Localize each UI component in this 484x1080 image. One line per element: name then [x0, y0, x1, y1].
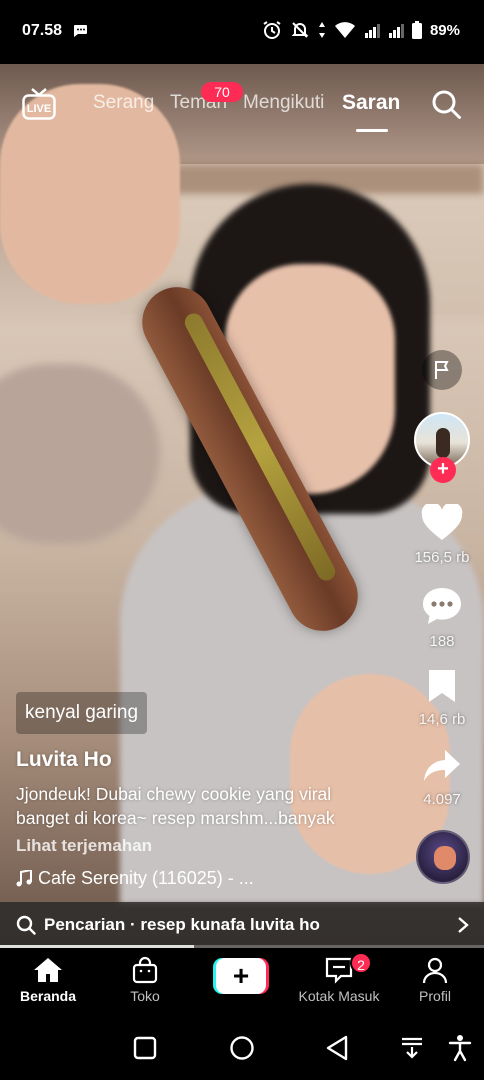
comment-icon [423, 588, 461, 624]
follow-button[interactable]: + [430, 457, 456, 483]
home-circle-icon[interactable] [229, 1035, 255, 1061]
search-icon[interactable] [430, 88, 462, 120]
tab-shop[interactable]: Toko [100, 956, 190, 1004]
message-notification-icon [74, 25, 87, 37]
create-button[interactable]: + [213, 958, 269, 994]
tab-profile[interactable]: Profil [390, 956, 480, 1004]
live-label: LIVE [27, 103, 51, 115]
signal-icon-2 [388, 24, 404, 38]
translate-link[interactable]: Lihat terjemahan [16, 836, 152, 856]
live-tv-icon: LIVE [22, 88, 56, 120]
search-suggestion-bar[interactable]: Pencarian · resep kunafa luvita ho [0, 902, 484, 948]
mute-bell-icon [291, 22, 309, 38]
tab-home-label: Beranda [19, 988, 77, 1004]
music-note-icon [16, 869, 32, 886]
tab-serang[interactable]: Serang [93, 92, 154, 114]
search-suggestion-text: Pencarian · resep kunafa luvita ho [44, 915, 320, 934]
author-name[interactable]: Luvita Ho [16, 748, 112, 772]
save-button[interactable]: 14,6 rb [400, 668, 484, 728]
video-arm [0, 364, 160, 544]
status-time: 07.58 [22, 22, 63, 39]
wifi-icon [334, 22, 355, 38]
status-bar: 07.58 89% [0, 0, 484, 64]
like-count: 156,5 rb [414, 549, 470, 566]
system-nav-bar [0, 1014, 484, 1080]
bookmark-icon [429, 670, 455, 702]
accessibility-icon[interactable] [448, 1034, 472, 1062]
tab-inbox-label: Kotak Masuk [298, 988, 380, 1004]
video-sticker-text: kenyal garing [16, 692, 148, 734]
recents-icon[interactable] [133, 1036, 157, 1060]
share-button[interactable]: 4.097 [400, 748, 484, 808]
music-info[interactable]: Cafe Serenity (116025) - ... [16, 868, 254, 889]
search-suggestion-icon [16, 915, 36, 935]
report-button[interactable] [422, 350, 462, 390]
heart-icon [421, 502, 463, 540]
video-description[interactable]: Jjondeuk! Dubai chewy cookie yang viral … [16, 782, 388, 830]
chevron-right-icon [458, 917, 469, 933]
top-nav: LIVE Serang Teman 70 Mengikuti Saran [0, 80, 484, 136]
comment-button[interactable]: 188 [400, 586, 484, 650]
active-tab-indicator [356, 129, 388, 132]
home-icon [34, 958, 62, 982]
bottom-tab-bar: Beranda Toko + Kotak Masuk 2 Profil [0, 948, 484, 1014]
tab-home[interactable]: Beranda [3, 956, 93, 1004]
share-count: 4.097 [423, 791, 461, 808]
comment-count: 188 [429, 633, 455, 650]
music-disc[interactable] [416, 830, 470, 884]
tab-shop-label: Toko [130, 988, 160, 1004]
like-button[interactable]: 156,5 rb [400, 502, 484, 566]
flag-icon [435, 361, 449, 379]
tab-saran[interactable]: Saran [342, 91, 400, 115]
battery-percent: 89% [429, 21, 460, 39]
battery-icon [411, 21, 422, 39]
save-count: 14,6 rb [418, 711, 466, 728]
tab-mengikuti[interactable]: Mengikuti [243, 92, 324, 114]
plus-icon: + [216, 958, 266, 994]
tab-inbox[interactable]: Kotak Masuk 2 [294, 952, 384, 1004]
inbox-badge: 2 [350, 952, 372, 974]
tab-profile-label: Profil [419, 988, 451, 1004]
data-arrows-icon [318, 22, 325, 38]
share-icon [424, 750, 460, 781]
shop-bag-icon [132, 956, 158, 984]
profile-icon [422, 957, 448, 984]
signal-icon-1 [364, 24, 380, 38]
back-icon[interactable] [325, 1035, 349, 1061]
music-title: Cafe Serenity (116025) - ... [38, 868, 254, 888]
live-button[interactable]: LIVE [22, 88, 56, 120]
alarm-icon [263, 21, 281, 39]
teman-badge: 70 [201, 82, 243, 102]
keyboard-hide-icon[interactable] [400, 1036, 424, 1060]
